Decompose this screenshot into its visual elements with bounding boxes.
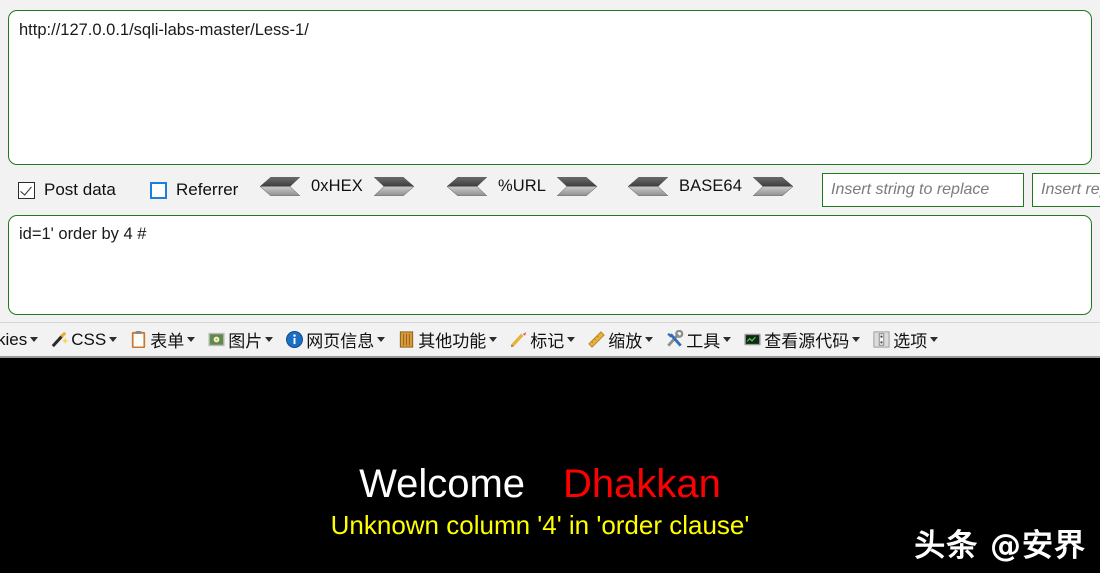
toolbar-label-resize: 缩放 — [608, 332, 643, 351]
decode-left-arrow-icon[interactable] — [628, 176, 668, 196]
welcome-text: Welcome — [359, 462, 526, 506]
wand-icon — [51, 331, 69, 348]
referrer-checkbox[interactable]: Referrer — [150, 178, 238, 202]
toolbar-item-cookies[interactable]: kies — [0, 323, 47, 356]
url-text: http://127.0.0.1/sqli-labs-master/Less-1… — [19, 21, 309, 39]
toolbar-label-page-info: 网页信息 — [306, 332, 375, 351]
chevron-down-icon — [265, 337, 274, 342]
decode-left-arrow-icon[interactable] — [260, 176, 300, 196]
welcome-heading: Welcome Dhakkan — [0, 462, 1100, 507]
watermark-text: 头条 @安界 — [914, 528, 1086, 564]
replace-search-input[interactable]: Insert string to replace — [822, 173, 1024, 207]
chevron-down-icon — [109, 337, 118, 342]
encode-right-arrow-icon[interactable] — [373, 176, 414, 196]
chevron-down-icon — [930, 337, 939, 342]
referrer-label: Referrer — [176, 180, 239, 199]
clipboard-icon — [132, 330, 146, 349]
brand-text: Dhakkan — [563, 462, 721, 506]
toolbar-label-options: 选项 — [893, 332, 928, 351]
toolbar-label-outline: 标记 — [530, 332, 565, 351]
post-data-textarea[interactable]: id=1' order by 4 # — [8, 215, 1092, 315]
toolbar-item-page-info[interactable]: 网页信息 — [282, 323, 394, 356]
toolbar-item-options[interactable]: 选项 — [869, 323, 947, 356]
web-developer-toolbar: kies CSS 表单 图片 网页信息 其他功能 标记 缩放 工具 查看源代码 … — [0, 322, 1100, 358]
payload-text: id=1' order by 4 # — [19, 225, 147, 243]
toolbar-item-outline[interactable]: 标记 — [506, 323, 584, 356]
toolbar-item-misc[interactable]: 其他功能 — [394, 323, 506, 356]
chevron-down-icon — [645, 337, 654, 342]
monitor-icon — [744, 333, 761, 346]
book-icon — [400, 331, 414, 348]
toolbar-item-images[interactable]: 图片 — [204, 323, 282, 356]
chevron-down-icon — [852, 337, 861, 342]
chevron-down-icon — [187, 337, 196, 342]
replace-with-input[interactable]: Insert replacement — [1032, 173, 1100, 207]
toolbar-label-tools: 工具 — [686, 332, 721, 351]
encoding-group-hex: 0xHEX — [260, 174, 414, 198]
checkbox-box-checked[interactable] — [18, 181, 35, 199]
encode-right-arrow-icon[interactable] — [752, 176, 793, 196]
toolbar-item-css[interactable]: CSS — [47, 323, 126, 356]
wrench-icon — [667, 330, 684, 347]
chevron-down-icon — [567, 337, 576, 342]
encode-right-arrow-icon[interactable] — [557, 176, 598, 196]
toolbar-label-misc: 其他功能 — [418, 332, 487, 351]
toolbar-label-images: 图片 — [228, 332, 263, 351]
toolbar-item-resize[interactable]: 缩放 — [584, 323, 662, 356]
encoding-label-url: %URL — [498, 176, 547, 195]
chevron-down-icon — [30, 337, 39, 342]
chevron-down-icon — [377, 337, 386, 342]
post-data-checkbox[interactable]: Post data — [18, 178, 116, 202]
chevron-down-icon — [723, 337, 732, 342]
options-icon — [873, 331, 890, 348]
info-icon — [286, 331, 304, 348]
pencil-icon — [510, 331, 527, 348]
toolbar-item-tools[interactable]: 工具 — [662, 323, 740, 356]
chevron-down-icon — [489, 337, 498, 342]
encoding-group-base64: BASE64 — [628, 174, 793, 198]
encoding-label-hex: 0xHEX — [311, 176, 363, 195]
encoding-label-base64: BASE64 — [679, 176, 742, 195]
toolbar-label-css: CSS — [71, 329, 107, 349]
toolbar-item-forms[interactable]: 表单 — [126, 323, 204, 356]
page-content-area: Welcome Dhakkan Unknown column '4' in 'or… — [0, 358, 1100, 573]
checkbox-box-unchecked[interactable] — [150, 181, 167, 199]
image-icon — [208, 332, 225, 347]
toolbar-label-view-source: 查看源代码 — [764, 332, 850, 351]
toolbar-label-cookies: kies — [0, 329, 28, 349]
toolbar-label-forms: 表单 — [150, 332, 185, 351]
hackbar-panel: http://127.0.0.1/sqli-labs-master/Less-1… — [0, 0, 1100, 322]
decode-left-arrow-icon[interactable] — [447, 176, 487, 196]
post-data-label: Post data — [44, 180, 116, 199]
toolbar-item-view-source[interactable]: 查看源代码 — [740, 323, 869, 356]
ruler-icon — [588, 331, 605, 348]
url-textarea[interactable]: http://127.0.0.1/sqli-labs-master/Less-1… — [8, 10, 1092, 165]
encoding-group-url: %URL — [447, 174, 598, 198]
